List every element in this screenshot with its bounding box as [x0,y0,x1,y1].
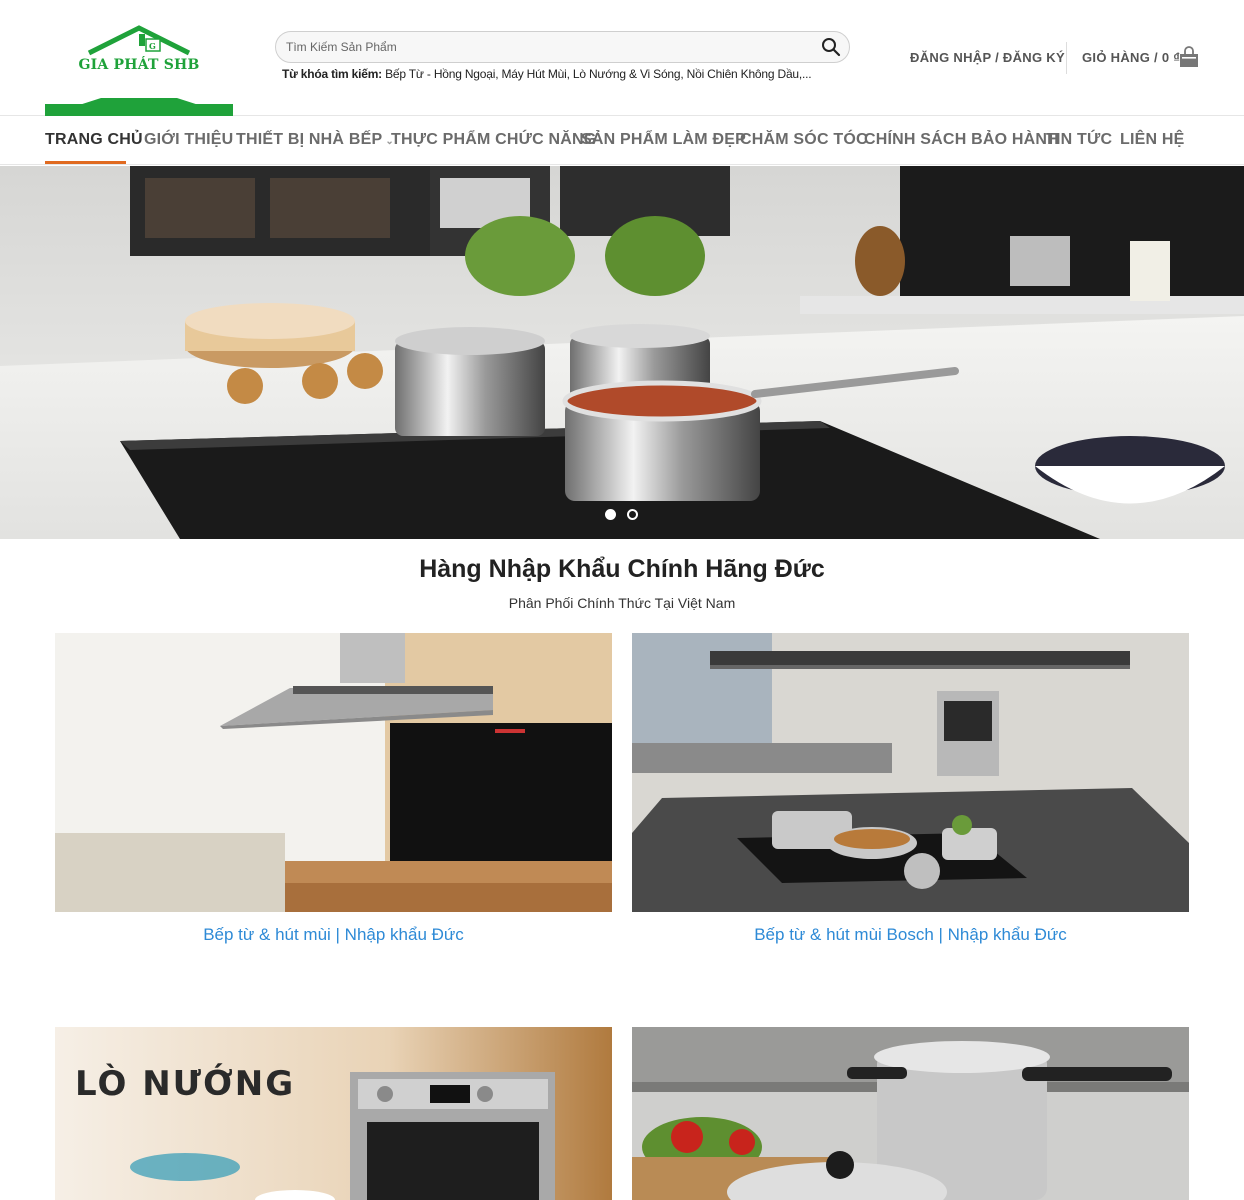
product-card-image-bosch[interactable] [632,633,1189,912]
product-card-caption[interactable]: Bếp từ & hút mùi | Nhập khẩu Đức [55,925,612,945]
slider-dot-2[interactable] [627,509,638,520]
site-logo[interactable]: G GIA PHÁT SHB [45,20,233,116]
product-card-image-hood-cooktop[interactable] [55,633,612,912]
logo-text: GIA PHÁT SHB [78,57,200,73]
search-keywords: Từ khóa tìm kiếm: Bếp Từ - Hồng Ngoại, M… [282,67,812,81]
search-box [275,31,850,63]
hero-kitchen-image [0,166,1244,539]
oven-banner-text: LÒ NƯỚNG [75,1064,296,1104]
nav-item-hair-care[interactable]: CHĂM SÓC TÓC [740,131,868,149]
nav-item-news[interactable]: TIN TỨC [1046,131,1112,149]
nav-item-home[interactable]: TRANG CHỦ [45,131,143,149]
keywords-list[interactable]: Bếp Từ - Hồng Ngoại, Máy Hút Mùi, Lò Nướ… [385,67,812,81]
product-card-image-oven[interactable]: LÒ NƯỚNG [55,1027,612,1200]
cart-link[interactable]: GIỎ HÀNG / 0 ₫ [1082,50,1180,65]
product-card-caption[interactable]: Bếp từ & hút mùi Bosch | Nhập khẩu Đức [632,925,1189,945]
nav-item-contact[interactable]: LIÊN HỆ [1120,131,1185,149]
site-header: G GIA PHÁT SHB Từ khóa tìm kiếm: Bếp Từ … [0,0,1244,116]
nav-item-beauty[interactable]: SẢN PHẨM LÀM ĐẸP [581,131,746,149]
section-title: Hàng Nhập Khẩu Chính Hãng Đức [419,555,825,583]
nav-item-about[interactable]: GIỚI THIỆU [144,131,233,149]
svg-text:G: G [149,41,156,51]
login-register-link[interactable]: ĐĂNG NHẬP / ĐĂNG KÝ [910,50,1065,65]
main-nav: TRANG CHỦ GIỚI THIỆU THIẾT BỊ NHÀ BẾP ⌄ T… [0,116,1244,165]
keywords-label: Từ khóa tìm kiếm: [282,67,382,81]
nav-active-indicator [45,161,126,164]
nav-item-kitchen-appliances[interactable]: THIẾT BỊ NHÀ BẾP ⌄ [236,131,394,149]
shopping-bag-icon[interactable] [1178,46,1200,68]
nav-item-label: THIẾT BỊ NHÀ BẾP [236,131,383,148]
nav-item-warranty[interactable]: CHÍNH SÁCH BẢO HÀNH [864,131,1059,149]
product-card-image-pressure-cooker[interactable] [632,1027,1189,1200]
header-divider [1066,42,1067,74]
slider-dot-1[interactable] [605,509,616,520]
nav-item-supplements[interactable]: THỰC PHẨM CHỨC NĂNG [391,131,596,149]
search-input[interactable] [286,32,806,62]
search-icon[interactable] [821,37,841,57]
hero-slider[interactable] [0,166,1244,539]
section-subtitle: Phân Phối Chính Thức Tại Việt Nam [508,595,736,611]
